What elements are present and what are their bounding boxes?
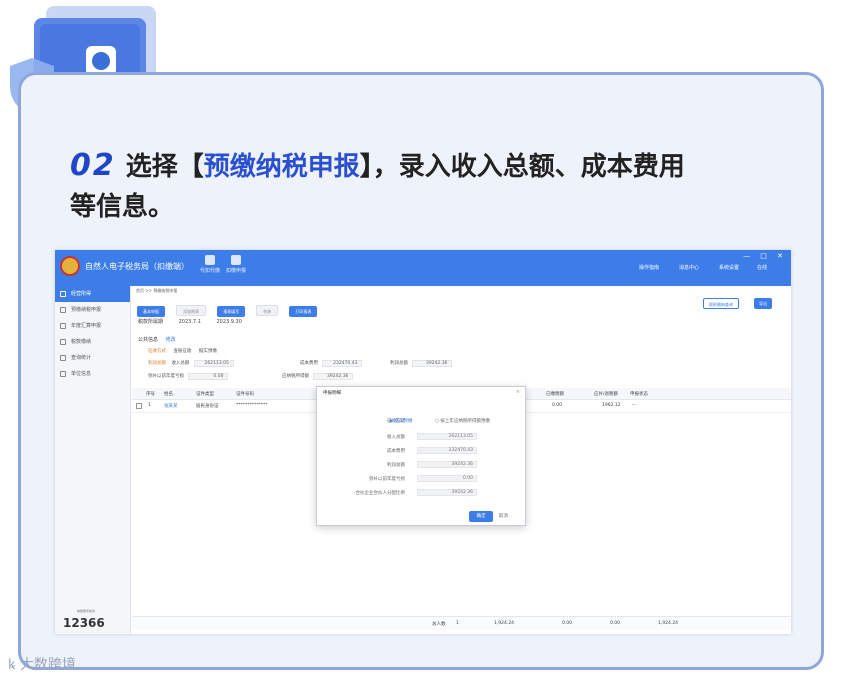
dialog-income-field[interactable]: 262113.05 [417, 433, 477, 440]
add-schedule-button[interactable]: 添加附表 [176, 305, 207, 316]
window-controls[interactable]: — □ ✕ [743, 252, 787, 260]
sidebar-item-prepay-declare[interactable]: 预缴纳税申报 [55, 302, 130, 318]
sidebar-item-annual-declare[interactable]: 年度汇算申报 [55, 318, 130, 334]
toolbar-declare-button[interactable]: 扣缴申报 [221, 255, 251, 283]
period-start-input[interactable]: 2023.7.1 [179, 319, 201, 325]
message-center-link[interactable]: 消息中心 [679, 264, 699, 271]
sidebar-item-business-income[interactable]: 经营所得 [55, 286, 130, 302]
period-end-input[interactable]: 2023.9.30 [216, 319, 241, 325]
dialog-loss-field[interactable]: 0.00 [417, 475, 477, 482]
sidebar-item-company-info[interactable]: 单位信息 [55, 366, 130, 382]
database-icon [231, 255, 241, 265]
radio-prepay[interactable]: ◉ 据实预缴 [389, 418, 412, 424]
tax-app-window: 自然人电子税务局（扣缴端） 代扣代缴 扣缴申报 操作指南 消息中心 系统设置 在… [55, 250, 791, 634]
payment-query-button[interactable]: 税款缴纳查询 [703, 298, 739, 309]
taxable-income-field[interactable]: 39242.36 [313, 373, 354, 380]
void-button[interactable]: 作废 [256, 305, 279, 316]
cost-field[interactable]: 232470.43 [322, 360, 363, 367]
page: 02 选择【预缴纳税申报】，录入收入总额、成本费用 等信息。 自然人电子税务局（扣… [0, 0, 843, 682]
table-footer: 总人数 1 1,924.24 0.00 0.00 1,924.24 [132, 616, 791, 630]
breadcrumb: 首页 >> 预缴纳税申报 [136, 288, 178, 293]
tax-period: 税款所属期 2023.7.1 2023.9.30 [138, 319, 242, 325]
search-icon [60, 355, 66, 361]
declare-detail-dialog: 申报明细 × 征收方式 ◉ 据实预缴 ○ 按上年应纳税所得额预缴 收入总额 26… [316, 386, 526, 526]
loss-deduction-row: 弥补以前年度亏损 0.00 [148, 373, 229, 380]
dialog-profit-field[interactable]: 39242.36 [417, 461, 477, 468]
settings-link[interactable]: 系统设置 [719, 264, 739, 271]
cost-row: 成本费用 232470.43 [300, 360, 363, 367]
collection-method: 征收方式 查账征收 据实预缴 [148, 349, 217, 354]
sidebar-item-tax-payment[interactable]: 税款缴纳 [55, 334, 130, 350]
dialog-ratio-row: 合伙企业合伙人分配比例 39242.36 [317, 489, 527, 497]
loss-deduction-field[interactable]: 0.00 [188, 373, 229, 380]
sidebar: 经营所得 预缴纳税申报 年度汇算申报 税款缴纳 查询统计 单位信息 纳税服务热线… [55, 286, 131, 634]
income-total-field[interactable]: 262113.05 [193, 360, 234, 367]
step-heading: 02 选择【预缴纳税申报】，录入收入总额、成本费用 等信息。 [70, 148, 685, 222]
public-info-title: 公共信息 修改 [138, 337, 176, 343]
online-status: 在线 [757, 265, 768, 271]
edit-link[interactable]: 修改 [166, 337, 176, 343]
building-icon [60, 371, 66, 377]
taxable-income-row: 应纳税所得额 39242.36 [282, 373, 354, 380]
app-title: 自然人电子税务局（扣缴端） [85, 262, 189, 271]
profit-row: 利润总额 39242.36 [390, 360, 453, 367]
form-icon [60, 307, 66, 313]
dialog-cost-field[interactable]: 232470.43 [417, 447, 477, 454]
document-icon [205, 255, 215, 265]
service-hotline: 纳税服务热线 12366 [63, 609, 105, 630]
cancel-button[interactable]: 取消 [499, 511, 508, 522]
dialog-title: 申报明细 [323, 391, 341, 396]
watermark-logo-icon: ꝃ [8, 657, 16, 673]
sidebar-item-query[interactable]: 查询统计 [55, 350, 130, 366]
basic-declare-button[interactable]: 基本申报 [137, 306, 165, 317]
fill-report-button[interactable]: 报表填写 [217, 306, 246, 317]
dialog-ratio-field[interactable]: 39242.36 [417, 489, 477, 496]
row-checkbox[interactable] [136, 403, 142, 409]
guide-link[interactable]: 操作指南 [639, 264, 659, 271]
action-buttons: 基本申报 添加附表 报表填写 作废 打印报表 [137, 298, 323, 317]
dialog-method-row: 征收方式 ◉ 据实预缴 ○ 按上年应纳税所得额预缴 [387, 418, 490, 424]
app-titlebar: 自然人电子税务局（扣缴端） 代扣代缴 扣缴申报 操作指南 消息中心 系统设置 在… [55, 250, 791, 286]
income-row: 利润总额 收入总额 262113.05 [148, 360, 234, 367]
profit-field[interactable]: 39242.36 [412, 360, 453, 367]
menu-icon [60, 291, 66, 297]
confirm-button[interactable]: 确定 [469, 511, 493, 522]
payment-icon [60, 339, 66, 345]
dialog-income-row: 收入总额 262113.05 [317, 433, 527, 441]
radio-last-year[interactable]: ○ 按上年应纳税所得额预缴 [435, 418, 490, 424]
dialog-profit-row: 利润总额 39242.36 [317, 461, 527, 469]
dialog-cost-row: 成本费用 232470.43 [317, 447, 527, 455]
close-icon[interactable]: × [516, 389, 520, 395]
watermark: ꝃ 大数跨境 [8, 657, 76, 673]
dialog-loss-row: 弥补以前年度亏损 0.00 [317, 475, 527, 483]
step-number: 02 [70, 148, 116, 183]
print-report-button[interactable]: 打印报表 [289, 306, 318, 317]
tax-emblem-icon [60, 256, 80, 276]
export-button[interactable]: 导出 [754, 298, 772, 309]
calendar-icon [60, 323, 66, 329]
highlight-menu-name: 预缴纳税申报 [203, 152, 360, 182]
taxpayer-name-link[interactable]: 张某某 [164, 403, 178, 409]
